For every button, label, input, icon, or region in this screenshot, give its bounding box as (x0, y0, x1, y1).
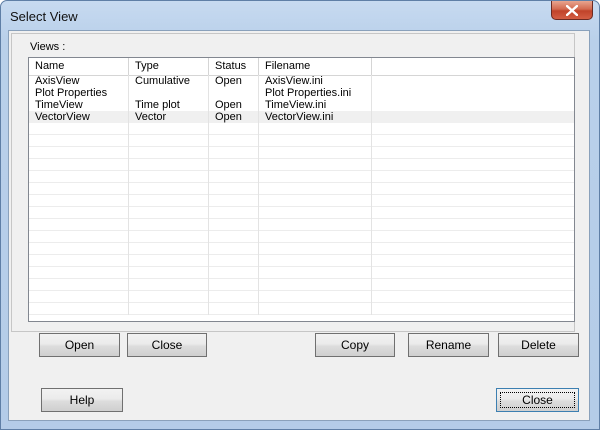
empty-row (29, 183, 574, 195)
cell-name: AxisView (29, 75, 129, 87)
column-header-filename[interactable]: Filename (259, 58, 372, 75)
column-header-name[interactable]: Name (29, 58, 129, 75)
window-title: Select View (10, 9, 78, 24)
views-group-label: Views : (30, 41, 66, 53)
cell-type: Cumulative (129, 75, 209, 87)
cell-filename: Plot Properties.ini (259, 87, 372, 99)
empty-row (29, 123, 574, 135)
empty-row (29, 291, 574, 303)
column-header-empty[interactable] (372, 58, 574, 75)
cell-type: Vector (129, 111, 209, 123)
cell-empty (372, 87, 574, 99)
empty-row (29, 255, 574, 267)
list-rows: AxisView Cumulative Open AxisView.ini Pl… (29, 75, 574, 315)
cell-name: TimeView (29, 99, 129, 111)
views-listview[interactable]: Name Type Status Filename AxisView Cumul… (28, 57, 575, 322)
help-button[interactable]: Help (41, 388, 123, 412)
cell-status: Open (209, 111, 259, 123)
column-header-type[interactable]: Type (129, 58, 209, 75)
rename-button[interactable]: Rename (408, 333, 489, 357)
title-bar: Select View (1, 1, 599, 31)
empty-row (29, 147, 574, 159)
close-icon (566, 4, 578, 16)
cell-filename: VectorView.ini (259, 111, 372, 123)
cell-name: Plot Properties (29, 87, 129, 99)
cell-type: Time plot (129, 99, 209, 111)
cell-empty (372, 111, 574, 123)
empty-row (29, 135, 574, 147)
empty-row (29, 195, 574, 207)
cell-empty (372, 75, 574, 87)
empty-row (29, 171, 574, 183)
column-header-status[interactable]: Status (209, 58, 259, 75)
empty-row (29, 303, 574, 315)
delete-button[interactable]: Delete (498, 333, 579, 357)
cell-status: Open (209, 75, 259, 87)
copy-button[interactable]: Copy (315, 333, 395, 357)
empty-row (29, 243, 574, 255)
empty-row (29, 267, 574, 279)
table-row[interactable]: AxisView Cumulative Open AxisView.ini (29, 75, 574, 87)
cell-status (209, 87, 259, 99)
cell-empty (372, 99, 574, 111)
empty-row (29, 231, 574, 243)
cell-type (129, 87, 209, 99)
list-header: Name Type Status Filename (29, 58, 574, 76)
close-dialog-button[interactable]: Close (496, 388, 579, 412)
empty-row (29, 279, 574, 291)
cell-name: VectorView (29, 111, 129, 123)
close-view-button[interactable]: Close (127, 333, 207, 357)
titlebar-close-button[interactable] (551, 1, 593, 20)
cell-filename: TimeView.ini (259, 99, 372, 111)
empty-row (29, 159, 574, 171)
empty-row (29, 207, 574, 219)
cell-filename: AxisView.ini (259, 75, 372, 87)
empty-row (29, 219, 574, 231)
table-row[interactable]: Plot Properties Plot Properties.ini (29, 87, 574, 99)
cell-status: Open (209, 99, 259, 111)
table-row-selected[interactable]: VectorView Vector Open VectorView.ini (29, 111, 574, 123)
focus-rectangle (500, 392, 575, 408)
table-row[interactable]: TimeView Time plot Open TimeView.ini (29, 99, 574, 111)
open-button[interactable]: Open (39, 333, 120, 357)
